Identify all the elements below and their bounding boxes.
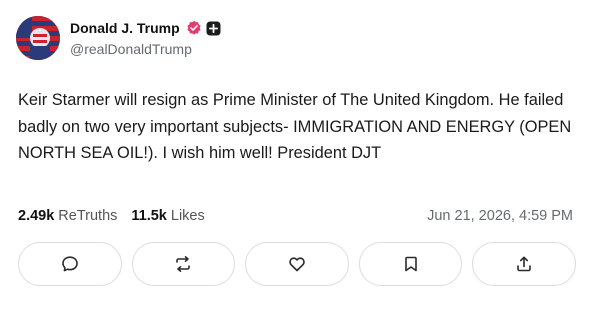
likes-count: 11.5k (131, 208, 167, 224)
author-name[interactable]: Donald J. Trump (70, 20, 180, 36)
like-button[interactable] (245, 242, 349, 286)
post-text: Keir Starmer will resign as Prime Minist… (18, 91, 572, 162)
verified-badge-icon (187, 20, 201, 35)
bookmark-button[interactable] (358, 242, 463, 286)
engagement-stats: 2.49k ReTruths 11.5k Likes (18, 206, 205, 226)
post-timestamp[interactable]: Jun 21, 2026, 4:59 PM (427, 206, 573, 226)
action-bar (18, 242, 576, 286)
avatar-flag-image (16, 16, 60, 60)
retruth-icon (176, 256, 191, 272)
bookmark-icon (404, 256, 417, 272)
likes-stat[interactable]: 11.5k Likes (131, 208, 204, 224)
retruths-count: 2.49k (18, 208, 55, 224)
retruths-stat[interactable]: 2.49k ReTruths (18, 208, 117, 224)
retruth-button[interactable] (131, 242, 236, 286)
reply-button[interactable] (18, 242, 122, 286)
reply-icon (61, 256, 78, 272)
heart-icon (289, 257, 305, 272)
likes-label: Likes (170, 208, 205, 224)
avatar[interactable] (16, 16, 60, 60)
retruths-label: ReTruths (58, 208, 118, 224)
share-button[interactable] (472, 242, 576, 286)
share-icon (517, 256, 531, 272)
author-handle[interactable]: @realDonaldTrump (70, 41, 192, 57)
plus-badge-icon (206, 21, 221, 35)
